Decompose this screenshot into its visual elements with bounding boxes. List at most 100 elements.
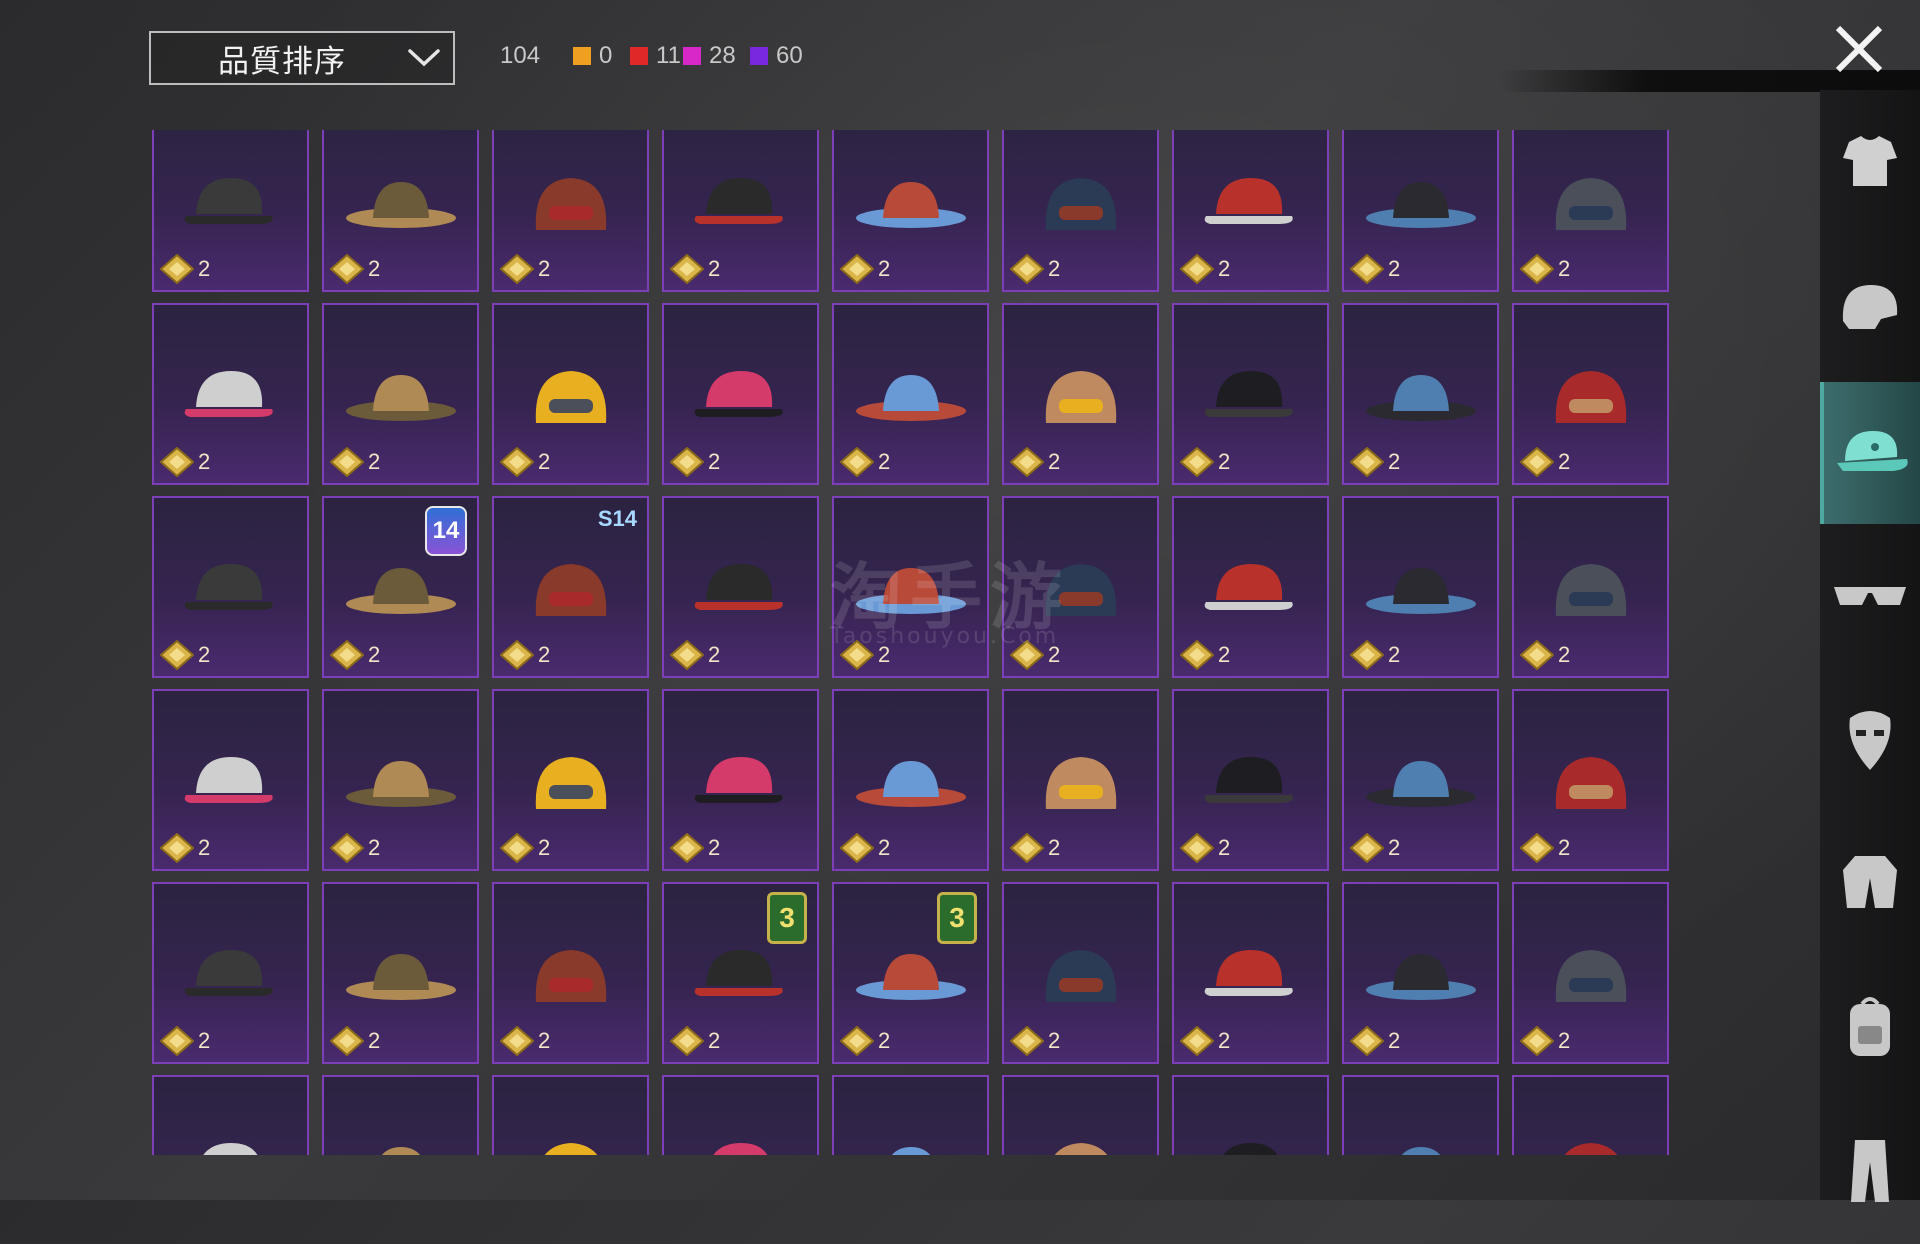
cost-value: 2 — [198, 642, 211, 667]
item-card-cowboy-hat[interactable]: 2 — [1512, 1075, 1669, 1155]
glasses-icon — [1830, 575, 1910, 619]
item-card-straw-cone-hat[interactable]: 2 — [832, 689, 989, 871]
close-button[interactable] — [1832, 22, 1886, 76]
item-card-bucket-hat[interactable]: 2 — [1002, 1075, 1159, 1155]
item-card-ski-goggles[interactable]: 2 — [1002, 303, 1159, 485]
item-card-red-fedora[interactable]: 2 — [152, 882, 309, 1064]
black-cap-icon — [1361, 556, 1481, 630]
item-card-flame-cap[interactable]: 2 — [1342, 1075, 1499, 1155]
quality-purple: 60 — [750, 42, 803, 70]
coin-icon — [1350, 447, 1384, 477]
cost-value: 2 — [878, 449, 891, 474]
cost-badge: 2 — [160, 447, 210, 477]
item-card-gas-mask-helmet[interactable]: 2 — [152, 130, 309, 292]
coin-icon — [1010, 254, 1044, 284]
item-card-black-mask[interactable]: 2 — [1002, 689, 1159, 871]
item-card-black-cap[interactable]: 2 — [1342, 496, 1499, 678]
sidebar-item-pants[interactable] — [1820, 1102, 1920, 1244]
item-card-feather-hat[interactable]: 2 — [662, 689, 819, 871]
item-card-white-visor[interactable]: 2 — [152, 689, 309, 871]
cost-badge: 2 — [1350, 640, 1400, 670]
item-card-beanie[interactable]: 2 — [1002, 130, 1159, 292]
item-card-black-bowler[interactable]: 2 — [1512, 689, 1669, 871]
item-card-maroon-fedora[interactable]: 2 — [492, 1075, 649, 1155]
item-card-black-cap[interactable]: 2 — [662, 130, 819, 292]
item-card-headlamp[interactable]: 2 — [1342, 882, 1499, 1064]
item-card-goggles-hair[interactable]: 2 — [492, 130, 649, 292]
lvl-tag: 3 — [767, 892, 807, 944]
item-card-steampunk-hat[interactable]: 2 — [322, 303, 479, 485]
ski-goggles-icon — [1031, 363, 1131, 447]
sidebar-item-outfit[interactable] — [1820, 94, 1920, 236]
item-card-blue-cap-hat[interactable]: 2 — [1512, 882, 1669, 1064]
item-card-red-beret[interactable]: 2 — [1342, 689, 1499, 871]
item-card-burger-hat[interactable]: 2 — [1172, 882, 1329, 1064]
item-card-cake-hat[interactable]: 2 — [1002, 882, 1159, 1064]
item-card-miner-cap[interactable]: 2 — [152, 1075, 309, 1155]
football-helmet-icon — [1541, 556, 1641, 640]
item-card-plaid-hood[interactable]: 2 — [832, 1075, 989, 1155]
cost-value: 2 — [368, 1028, 381, 1053]
item-card-flower-crown[interactable]: 23 — [832, 882, 989, 1064]
sidebar-item-mask[interactable] — [1820, 670, 1920, 812]
cost-badge: 2 — [330, 640, 380, 670]
cost-badge: 2 — [670, 1026, 720, 1056]
sidebar-item-backpack[interactable] — [1820, 958, 1920, 1100]
item-card-clown-mask[interactable]: 2 — [152, 496, 309, 678]
cost-badge: 2 — [500, 640, 550, 670]
black-mask-icon — [1031, 749, 1131, 833]
item-card-pink-cap[interactable]: 2 — [662, 496, 819, 678]
cost-value: 2 — [1558, 835, 1571, 860]
item-card-flower-sombrero[interactable]: 2 — [152, 303, 309, 485]
coin-icon — [1180, 447, 1214, 477]
coin-icon — [840, 833, 874, 863]
item-card-blue-cap[interactable]: 2 — [322, 1075, 479, 1155]
sidebar-item-hat[interactable] — [1820, 382, 1920, 524]
cost-badge: 2 — [670, 447, 720, 477]
item-card-officer-cap[interactable]: 2 14 — [322, 496, 479, 678]
item-card-motor-helmet[interactable]: 2 — [1512, 130, 1669, 292]
coin-icon — [1350, 254, 1384, 284]
item-card-white-turban[interactable]: 2 — [1512, 303, 1669, 485]
cost-value: 2 — [198, 256, 211, 281]
item-card-red-gold-cap[interactable]: 2 — [1172, 130, 1329, 292]
cost-value: 2 — [878, 1028, 891, 1053]
quality-swatch — [630, 47, 648, 65]
black-fedora-icon — [686, 942, 796, 1016]
item-card-navy-cap[interactable]: 2 — [832, 303, 989, 485]
item-card-yellow-bucket[interactable]: 2 — [492, 689, 649, 871]
item-card-shark-head[interactable]: 2 — [322, 882, 479, 1064]
cost-value: 2 — [1218, 1028, 1231, 1053]
bucket-hat-icon — [1031, 1135, 1131, 1155]
sort-dropdown[interactable]: 品質排序 — [149, 31, 455, 85]
sidebar-item-glasses[interactable] — [1820, 526, 1920, 668]
item-card-military-helmet[interactable]: 2 — [322, 130, 479, 292]
item-card-fox-ears[interactable]: 2 — [832, 130, 989, 292]
item-card-red-white-bandana[interactable]: 2 — [1172, 303, 1329, 485]
coin-icon — [1180, 1026, 1214, 1056]
cost-value: 2 — [1388, 835, 1401, 860]
item-card-knight-helmet[interactable]: 2 S14 — [492, 496, 649, 678]
coin-icon — [1010, 447, 1044, 477]
item-card-brown-hair[interactable]: 2 — [662, 303, 819, 485]
cost-badge: 2 — [1180, 833, 1230, 863]
item-card-pilot-helmet[interactable]: 2 — [1172, 1075, 1329, 1155]
coin-icon — [160, 640, 194, 670]
black-cap-icon — [686, 170, 796, 244]
pink-cap-icon — [686, 556, 796, 630]
item-card-scarecrow-hat[interactable]: 2 — [322, 689, 479, 871]
cost-value: 2 — [878, 835, 891, 860]
item-card-captain-cap[interactable]: 2 — [662, 1075, 819, 1155]
sidebar-item-helmet[interactable] — [1820, 238, 1920, 380]
item-card-racing-helmet-braids[interactable]: 2 — [492, 303, 649, 485]
item-card-black-fedora[interactable]: 23 — [662, 882, 819, 1064]
sidebar-item-jacket[interactable] — [1820, 814, 1920, 956]
coin-icon — [160, 1026, 194, 1056]
coin-icon — [1520, 447, 1554, 477]
item-card-shark-hood[interactable]: 2 — [1172, 689, 1329, 871]
item-card-flower-wreath[interactable]: 2 — [492, 882, 649, 1064]
item-card-witch-hat[interactable]: 2 — [1342, 130, 1499, 292]
item-card-aviator-cap[interactable]: 2 — [1172, 496, 1329, 678]
item-card-rice-hat[interactable]: 2 — [1342, 303, 1499, 485]
item-card-football-helmet[interactable]: 2 — [1512, 496, 1669, 678]
